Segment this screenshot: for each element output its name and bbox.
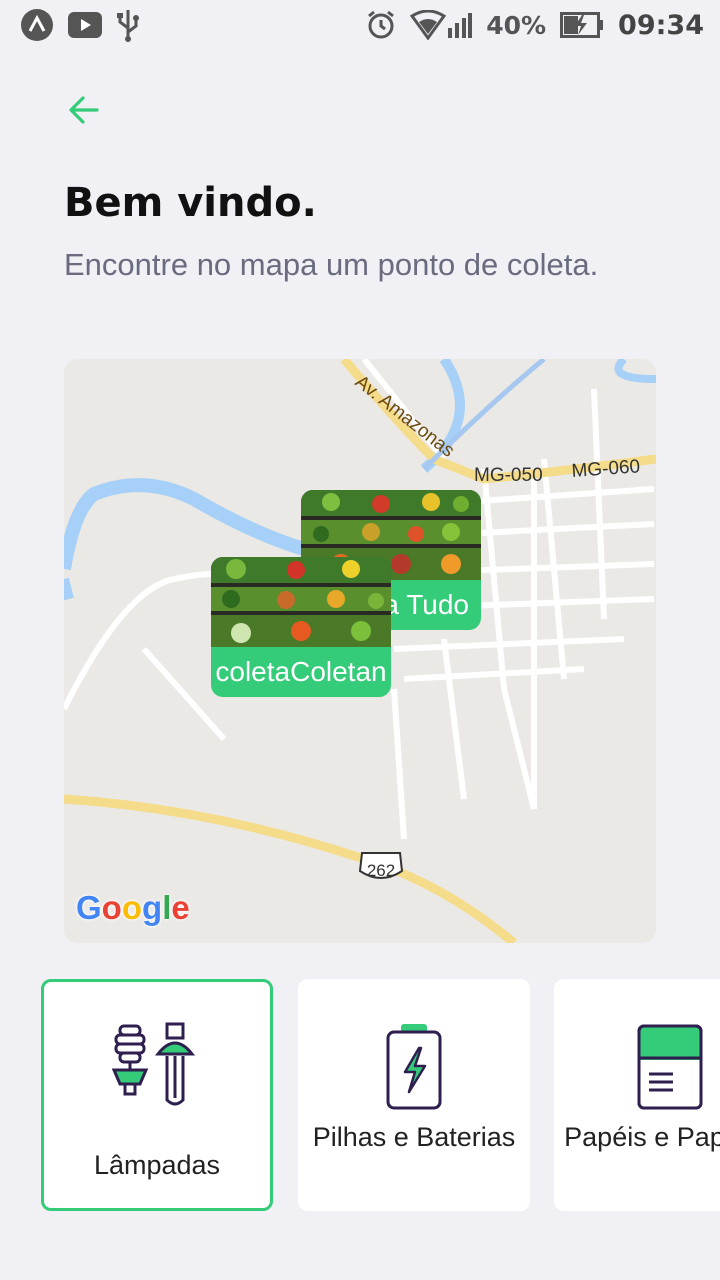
youtube-icon — [68, 12, 102, 38]
marker-photo — [211, 557, 391, 647]
road-label: MG-050 — [474, 465, 543, 486]
item-card-papeis-papelao[interactable]: Papéis e Papelão — [554, 979, 720, 1211]
app-logo-icon — [20, 8, 54, 42]
map-marker[interactable]: coletaColetan — [211, 557, 391, 697]
arrow-left-icon — [69, 96, 99, 124]
item-label: Pilhas e Baterias — [312, 1122, 516, 1152]
item-label: Papéis e Papelão — [564, 1122, 720, 1152]
status-bar: 40% 09:34 — [0, 0, 720, 50]
battery-icon — [386, 1024, 442, 1110]
battery-charging-icon — [560, 12, 604, 38]
page-subtitle: Encontre no mapa um ponto de coleta. — [64, 247, 599, 282]
page-title: Bem vindo. — [64, 180, 317, 226]
wifi-icon — [410, 10, 447, 40]
lamp-icon — [112, 1022, 196, 1106]
signal-icon — [448, 12, 473, 38]
svg-text:262: 262 — [367, 861, 395, 880]
marker-label: coletaColetan — [215, 656, 387, 687]
item-card-lampadas[interactable]: Lâmpadas — [41, 979, 273, 1211]
battery-percent: 40% — [486, 10, 547, 40]
usb-icon — [116, 8, 140, 42]
map-view[interactable]: Av. Amazonas MG-050 MG-060 262 a Tudo co… — [64, 359, 656, 943]
paper-icon — [637, 1024, 703, 1110]
items-carousel[interactable]: Lâmpadas Pilhas e Baterias Papéis e Pape… — [40, 976, 720, 1216]
item-label: Lâmpadas — [93, 1150, 221, 1180]
google-attribution-logo: Google — [76, 889, 190, 926]
back-button[interactable] — [62, 88, 106, 132]
alarm-icon — [366, 10, 396, 40]
item-card-pilhas-baterias[interactable]: Pilhas e Baterias — [298, 979, 530, 1211]
clock: 09:34 — [618, 9, 704, 41]
